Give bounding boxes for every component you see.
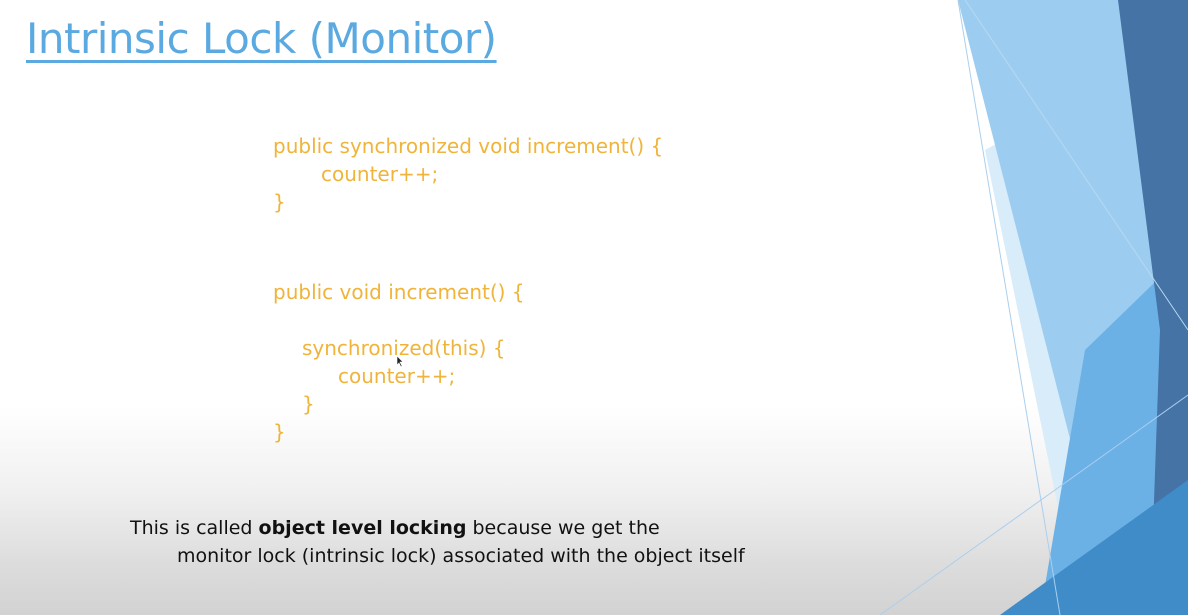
caption-prefix: This is called xyxy=(130,517,259,539)
decor-light-blue-triangle xyxy=(958,0,1188,615)
caption-line-1: This is called object level locking beca… xyxy=(130,514,660,542)
caption-line-2: monitor lock (intrinsic lock) associated… xyxy=(177,545,745,567)
decor-thin-line-1 xyxy=(957,0,1061,615)
decor-pale-triangle xyxy=(985,40,1188,615)
mouse-cursor-icon xyxy=(397,356,404,368)
code-line: public synchronized void increment() { xyxy=(273,134,664,158)
code-line: } xyxy=(273,420,286,444)
slide-title: Intrinsic Lock (Monitor) xyxy=(26,14,497,63)
decor-mid-blue-band xyxy=(1040,250,1188,615)
code-line: public void increment() { xyxy=(273,280,525,304)
code-line: } xyxy=(302,392,315,416)
decor-dark-blue-band xyxy=(1118,0,1188,615)
caption-bold-term: object level locking xyxy=(258,517,467,539)
caption-suffix: because we get the xyxy=(466,517,660,539)
decor-thin-line-3 xyxy=(964,0,1188,331)
decor-bottom-blue xyxy=(1000,480,1188,615)
decor-thin-line-2 xyxy=(879,394,1188,615)
code-line: counter++; xyxy=(321,162,439,186)
code-line: } xyxy=(273,190,286,214)
